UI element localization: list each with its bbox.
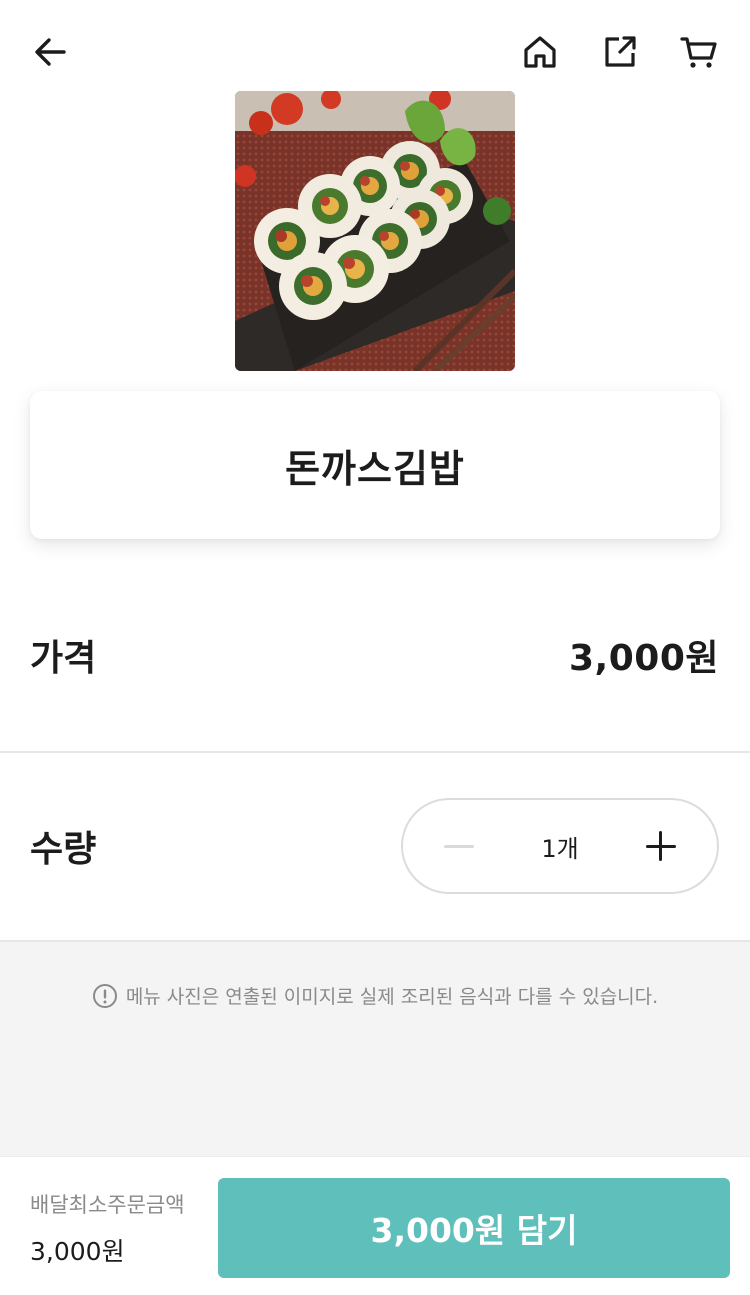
share-button[interactable] bbox=[598, 30, 642, 74]
home-button[interactable] bbox=[518, 30, 562, 74]
disclaimer-text: 메뉴 사진은 연출된 이미지로 실제 조리된 음식과 다를 수 있습니다. bbox=[125, 986, 659, 1008]
notice-area: 메뉴 사진은 연출된 이미지로 실제 조리된 음식과 다를 수 있습니다. bbox=[0, 940, 750, 1156]
min-order-value: 3,000원 bbox=[30, 1237, 125, 1266]
price-value: 3,000원 bbox=[569, 638, 719, 679]
quantity-row: 수량 1개 bbox=[0, 751, 750, 939]
quantity-value: 1개 bbox=[541, 834, 579, 863]
exclamation-circle-icon bbox=[92, 983, 117, 1008]
product-name-card: 돈까스김밥 bbox=[30, 391, 720, 539]
cart-button[interactable] bbox=[677, 30, 721, 74]
image-disclaimer: 메뉴 사진은 연출된 이미지로 실제 조리된 음식과 다를 수 있습니다. bbox=[0, 982, 750, 1009]
decrease-button[interactable] bbox=[441, 828, 477, 864]
quantity-stepper: 1개 bbox=[401, 798, 719, 894]
back-button[interactable] bbox=[28, 30, 72, 74]
minus-icon bbox=[444, 844, 474, 848]
min-order-label: 배달최소주문금액 bbox=[30, 1193, 185, 1217]
plus-icon bbox=[645, 831, 676, 861]
arrow-left-icon bbox=[35, 38, 66, 66]
share-icon bbox=[605, 36, 636, 67]
kimbap-photo bbox=[235, 91, 515, 371]
top-bar bbox=[0, 0, 750, 100]
product-name: 돈까스김밥 bbox=[285, 446, 465, 491]
price-label: 가격 bbox=[30, 638, 97, 679]
home-icon bbox=[524, 36, 556, 68]
order-bar: 배달최소주문금액 3,000원 3,000원 담기 bbox=[0, 1156, 750, 1295]
quantity-label: 수량 bbox=[30, 829, 97, 870]
product-image bbox=[235, 91, 515, 371]
price-row: 가격 3,000원 bbox=[0, 600, 750, 710]
cart-icon bbox=[680, 37, 717, 68]
increase-button[interactable] bbox=[643, 828, 679, 864]
add-to-cart-button[interactable]: 3,000원 담기 bbox=[218, 1178, 730, 1278]
